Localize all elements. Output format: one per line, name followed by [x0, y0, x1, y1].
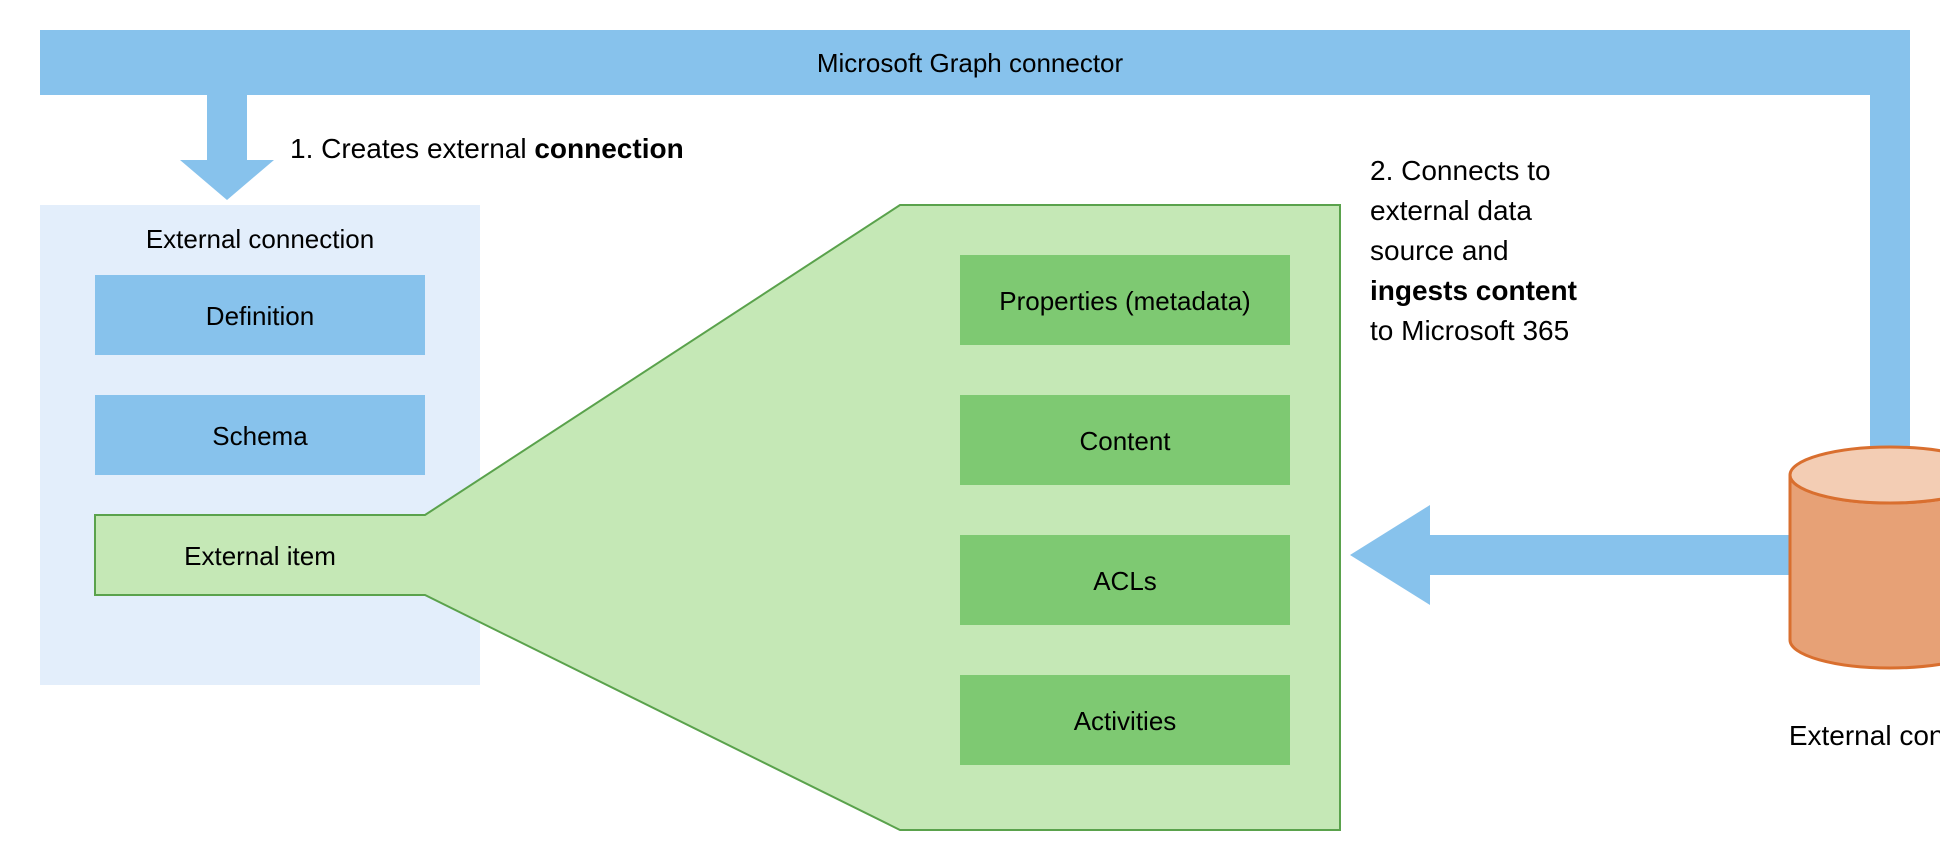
content-label: Content [1079, 426, 1171, 456]
external-connection-panel: External connection Definition Schema [40, 205, 480, 685]
properties-box: Properties (metadata) [960, 255, 1290, 345]
datastore-label: External content [1789, 720, 1940, 751]
activities-box: Activities [960, 675, 1290, 765]
step1-prefix: 1. Creates external [290, 133, 534, 164]
step2-line4: ingests content [1370, 275, 1577, 306]
schema-label: Schema [212, 421, 308, 451]
step1-caption: 1. Creates external connection [290, 133, 684, 164]
arrow-step2-pipe [1870, 95, 1910, 470]
acls-label: ACLs [1093, 566, 1157, 596]
step1-bold: connection [534, 133, 683, 164]
step2-line1: 2. Connects to [1370, 155, 1551, 186]
arrow-step1 [180, 95, 274, 200]
definition-label: Definition [206, 301, 314, 331]
datastore-cylinder [1790, 447, 1940, 668]
step2-caption: 2. Connects to external data source and … [1370, 155, 1577, 346]
content-box: Content [960, 395, 1290, 485]
step2-line5: to Microsoft 365 [1370, 315, 1569, 346]
acls-box: ACLs [960, 535, 1290, 625]
definition-box: Definition [95, 275, 425, 355]
step2-line2: external data [1370, 195, 1532, 226]
header-title: Microsoft Graph connector [817, 48, 1124, 78]
properties-label: Properties (metadata) [999, 286, 1250, 316]
arrow-ingest [1350, 505, 1790, 605]
step2-line3: source and [1370, 235, 1509, 266]
external-connection-title: External connection [146, 224, 374, 254]
external-item-label: External item [184, 541, 336, 571]
schema-box: Schema [95, 395, 425, 475]
activities-label: Activities [1074, 706, 1177, 736]
header-bar: Microsoft Graph connector [40, 30, 1910, 95]
